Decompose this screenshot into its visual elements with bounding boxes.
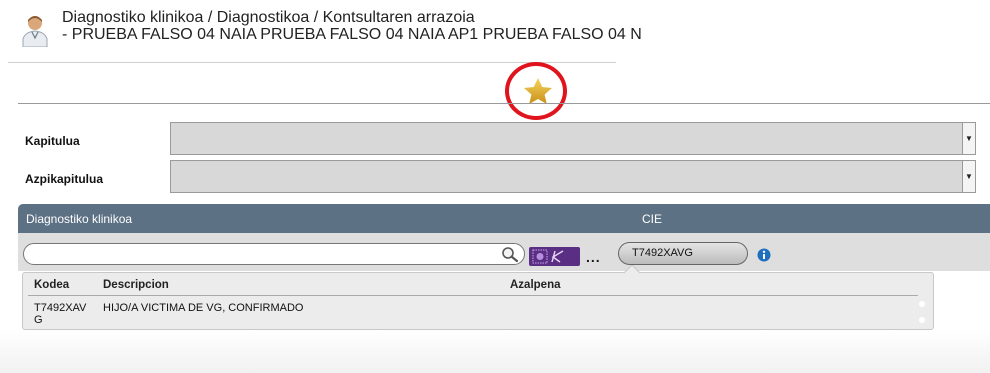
highlight-ring <box>505 62 567 120</box>
result-description-cell[interactable]: HIJO/A VICTIMA DE VG, CONFIRMADO <box>103 302 303 314</box>
cie-code-button[interactable]: T7492XAVG <box>618 242 748 265</box>
kapitulua-label: Kapitulua <box>25 134 80 148</box>
azpikapitulua-select[interactable]: ▼ <box>170 160 976 193</box>
column-header-azalpena[interactable]: Azalpena <box>510 279 561 291</box>
page-footer <box>0 330 990 373</box>
column-header-descripcion[interactable]: Descripcion <box>103 279 169 291</box>
section-header: Diagnostiko klinikoa CIE <box>18 204 990 233</box>
kapitulua-select[interactable]: ▼ <box>170 122 976 155</box>
patient-name: - PRUEBA FALSO 04 NAIA PRUEBA FALSO 04 N… <box>62 26 642 43</box>
search-icon[interactable] <box>500 246 520 263</box>
result-code-cell[interactable]: T7492XAV G <box>34 302 96 326</box>
more-options-button[interactable]: ... <box>586 249 601 265</box>
cie-label: CIE <box>642 212 663 226</box>
cie-code-value: T7492XAVG <box>632 247 693 259</box>
header-divider <box>28 295 918 296</box>
diagnosis-tool-button[interactable] <box>529 247 580 266</box>
breadcrumb: Diagnostiko klinikoa / Diagnostikoa / Ko… <box>62 9 475 26</box>
popover-pointer <box>623 265 641 274</box>
scroll-indicator[interactable] <box>919 301 925 307</box>
doctor-avatar-icon <box>22 16 48 47</box>
search-input[interactable] <box>23 243 525 265</box>
section-title: Diagnostiko klinikoa <box>26 212 133 226</box>
chevron-down-icon[interactable]: ▼ <box>962 161 975 192</box>
code-line: G <box>34 314 43 326</box>
code-line: T7492XAV <box>34 302 87 314</box>
scroll-indicator[interactable] <box>919 317 925 323</box>
section-divider <box>18 103 990 104</box>
diagnosis-tool-icon <box>532 249 564 264</box>
azpikapitulua-label: Azpikapitulua <box>25 172 104 186</box>
chevron-down-icon[interactable]: ▼ <box>962 123 975 154</box>
column-header-kodea[interactable]: Kodea <box>34 279 69 291</box>
info-icon[interactable] <box>757 248 771 262</box>
